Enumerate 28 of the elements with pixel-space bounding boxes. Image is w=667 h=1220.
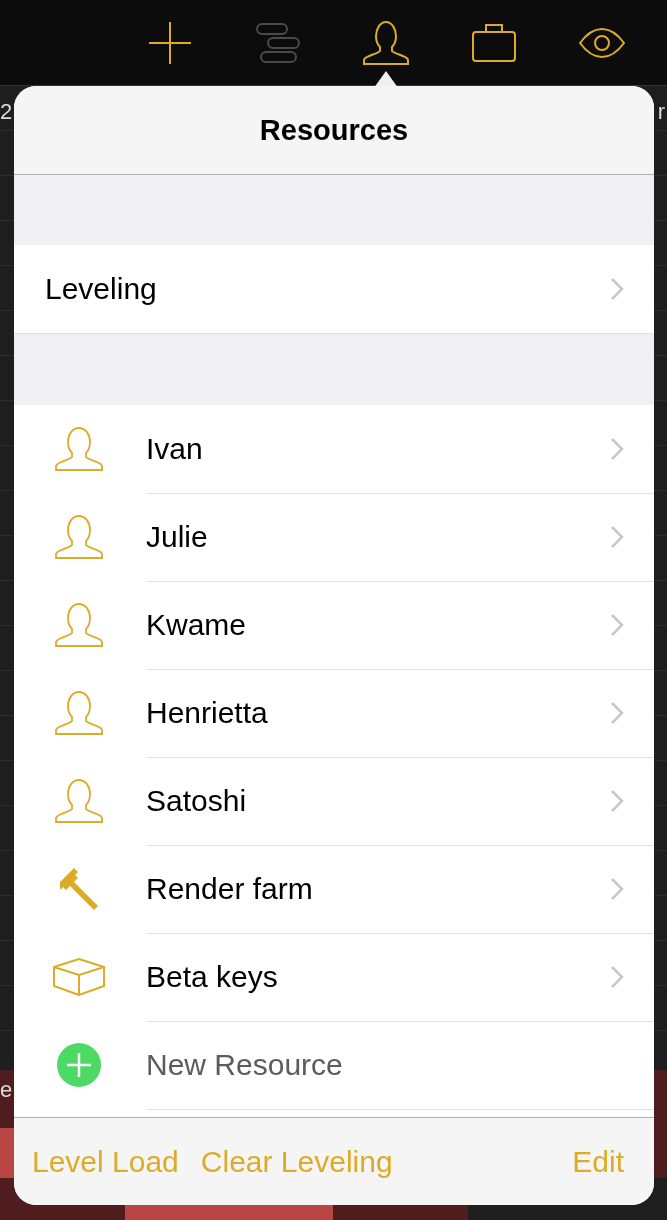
- popover-title: Resources: [259, 113, 409, 147]
- leveling-label: Leveling: [45, 272, 158, 306]
- box-icon: [53, 958, 105, 996]
- resource-name: Julie: [146, 492, 654, 582]
- resource-name: Render farm: [146, 844, 654, 934]
- resource-name: Beta keys: [146, 932, 654, 1022]
- chevron-icon: [610, 965, 624, 989]
- chevron-icon: [610, 525, 624, 549]
- person-icon: [54, 514, 104, 560]
- resource-name: Ivan: [146, 404, 654, 494]
- resource-name: New Resource: [146, 1020, 654, 1110]
- person-icon: [54, 778, 104, 824]
- chevron-icon: [610, 277, 624, 301]
- background-text: r: [657, 100, 665, 124]
- chevron-icon: [610, 613, 624, 637]
- chevron-icon: [610, 789, 624, 813]
- resource-name: Kwame: [146, 580, 654, 670]
- chevron-icon: [610, 877, 624, 901]
- background-text: 2: [0, 100, 13, 124]
- person-icon: [54, 690, 104, 736]
- resource-name: Henrietta: [146, 668, 654, 758]
- resource-name: Satoshi: [146, 756, 654, 846]
- add-icon: [56, 1042, 102, 1088]
- background-text: e: [0, 1078, 13, 1102]
- person-icon: [54, 426, 104, 472]
- person-icon: [54, 602, 104, 648]
- chevron-icon: [610, 437, 624, 461]
- chevron-icon: [610, 701, 624, 725]
